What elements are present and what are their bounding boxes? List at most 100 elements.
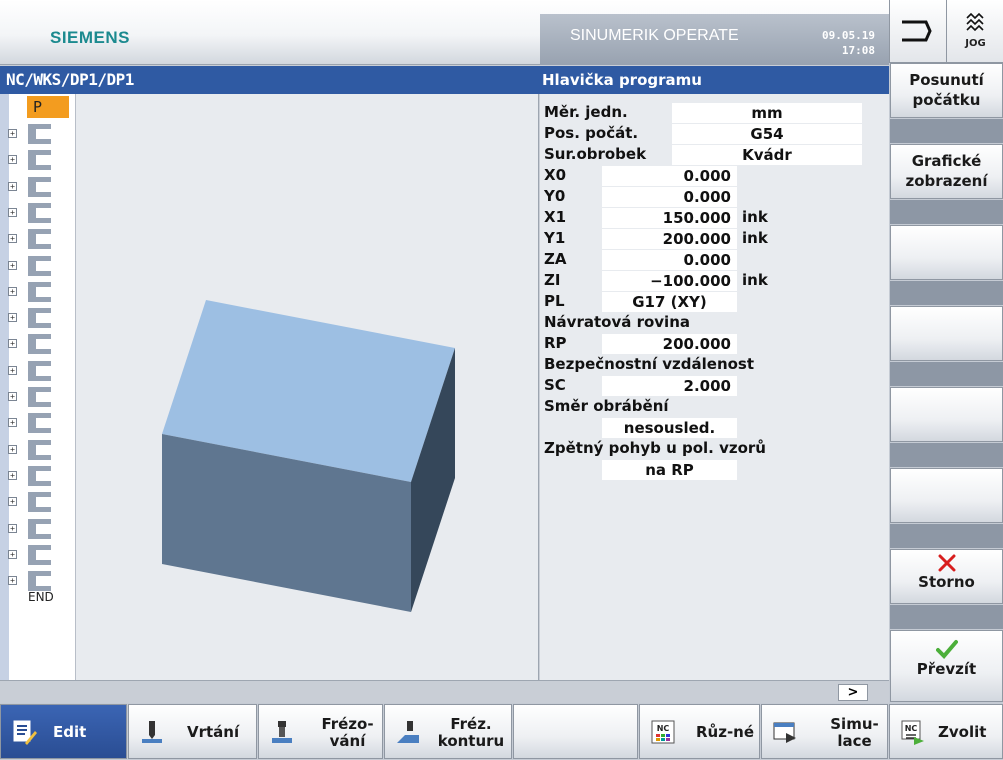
- tree-item-block[interactable]: +: [8, 227, 71, 253]
- expand-icon[interactable]: +: [8, 418, 17, 428]
- tree-item-program-header[interactable]: P: [27, 96, 69, 118]
- select-softkey[interactable]: NC Zvolit: [889, 704, 1003, 759]
- drilling-softkey[interactable]: Vrtání: [128, 704, 257, 759]
- expand-icon[interactable]: +: [8, 313, 17, 323]
- graphic-view-label: Grafické zobrazení: [905, 152, 988, 190]
- expand-icon[interactable]: +: [8, 470, 17, 480]
- tree-item-end[interactable]: END: [28, 590, 54, 604]
- tree-item-block[interactable]: +: [8, 148, 71, 174]
- tree-item-block[interactable]: +: [8, 490, 71, 516]
- y1-field[interactable]: 200.000: [602, 229, 737, 249]
- workpiece-graphic: [162, 300, 455, 612]
- zi-field[interactable]: −100.000: [602, 271, 737, 291]
- expand-icon[interactable]: +: [8, 576, 17, 586]
- tree-item-block[interactable]: +: [8, 385, 71, 411]
- tree-item-block[interactable]: +: [8, 122, 71, 148]
- softkey-spacer: [890, 281, 1003, 305]
- zi-unit[interactable]: ink: [742, 271, 768, 289]
- contour-mill-icon: [397, 721, 419, 743]
- work-offset-softkey[interactable]: Posunutí počátku: [890, 63, 1003, 118]
- graphic-view-softkey[interactable]: Grafické zobrazení: [890, 144, 1003, 199]
- svg-text:NC: NC: [905, 724, 918, 733]
- block-bracket-icon: [28, 465, 51, 486]
- empty-softkey-5[interactable]: [890, 387, 1003, 442]
- za-label: ZA: [544, 250, 567, 268]
- unit-field[interactable]: mm: [672, 103, 862, 123]
- header-bar: SIEMENS SINUMERIK OPERATE 09.05.19 17:08: [0, 0, 889, 65]
- block-bracket-icon: [28, 571, 51, 592]
- retract-position-field[interactable]: na RP: [602, 460, 737, 480]
- tree-item-block[interactable]: +: [8, 175, 71, 201]
- expand-icon[interactable]: +: [8, 207, 17, 217]
- cancel-icon: [938, 554, 955, 572]
- expand-icon[interactable]: +: [8, 549, 17, 559]
- tree-item-block[interactable]: +: [8, 359, 71, 385]
- blank-field[interactable]: Kvádr: [672, 145, 862, 165]
- graphic-view: [76, 94, 539, 680]
- path-bar: NC/WKS/DP1/DP1 Hlavička programu: [0, 66, 889, 94]
- expand-icon[interactable]: +: [8, 286, 17, 296]
- title-panel: SINUMERIK OPERATE 09.05.19 17:08: [540, 14, 889, 65]
- expand-icon[interactable]: +: [8, 392, 17, 401]
- expand-icon[interactable]: +: [8, 497, 17, 507]
- y1-unit[interactable]: ink: [742, 229, 768, 247]
- expand-icon[interactable]: +: [8, 365, 17, 375]
- expand-icon[interactable]: +: [8, 234, 17, 244]
- y0-label: Y0: [544, 187, 566, 205]
- scroll-right-button[interactable]: >: [838, 684, 868, 701]
- block-bracket-icon: [28, 255, 51, 276]
- contour-milling-softkey[interactable]: Fréz. konturu: [384, 704, 512, 759]
- x0-label: X0: [544, 166, 567, 184]
- milling-softkey[interactable]: Frézo-vání: [258, 704, 383, 759]
- expand-icon[interactable]: +: [8, 260, 17, 270]
- origin-field[interactable]: G54: [672, 124, 862, 144]
- tree-item-block[interactable]: +: [8, 332, 71, 358]
- softkey-spacer: [890, 362, 1003, 386]
- tree-item-block[interactable]: +: [8, 464, 71, 490]
- tree-item-block[interactable]: +: [8, 280, 71, 306]
- tree-item-block[interactable]: +: [8, 306, 71, 332]
- empty-softkey-6[interactable]: [890, 468, 1003, 523]
- edit-softkey[interactable]: Edit: [0, 704, 127, 759]
- jog-mode-button[interactable]: JOG: [946, 0, 1003, 63]
- tree-item-block[interactable]: +: [8, 411, 71, 437]
- program-header-form: Měr. jedn. mm Pos. počát. G54 Sur.obrobe…: [540, 94, 889, 680]
- softkey-spacer: [890, 524, 1003, 548]
- tree-item-block[interactable]: +: [8, 438, 71, 464]
- empty-softkey-3[interactable]: [890, 225, 1003, 280]
- mode-switch-button[interactable]: [889, 0, 946, 63]
- x0-field[interactable]: 0.000: [602, 166, 737, 186]
- nc-select-icon: NC: [901, 720, 924, 745]
- block-bracket-icon: [28, 544, 51, 565]
- tree-item-block[interactable]: +: [8, 254, 71, 280]
- expand-icon[interactable]: +: [8, 181, 17, 191]
- pl-label: PL: [544, 292, 565, 310]
- cancel-softkey[interactable]: Storno: [890, 549, 1003, 604]
- tree-item-block[interactable]: +: [8, 543, 71, 569]
- tree-item-block[interactable]: +: [8, 201, 71, 227]
- simulation-softkey[interactable]: Simu-lace: [761, 704, 888, 759]
- app-title: SINUMERIK OPERATE: [570, 27, 739, 44]
- machining-direction-label: Směr obrábění: [544, 397, 669, 415]
- accept-label: Převzít: [916, 660, 977, 678]
- expand-icon[interactable]: +: [8, 339, 17, 349]
- za-field[interactable]: 0.000: [602, 250, 737, 270]
- time-label: 17:08: [841, 44, 875, 57]
- sc-field[interactable]: 2.000: [602, 376, 737, 396]
- y0-field[interactable]: 0.000: [602, 187, 737, 207]
- rp-field[interactable]: 200.000: [602, 334, 737, 354]
- expand-icon[interactable]: +: [8, 155, 17, 165]
- tree-item-block[interactable]: +: [8, 517, 71, 543]
- block-bracket-icon: [28, 176, 51, 197]
- x1-field[interactable]: 150.000: [602, 208, 737, 228]
- expand-icon[interactable]: +: [8, 444, 17, 454]
- empty-softkey-4[interactable]: [890, 306, 1003, 361]
- pl-field[interactable]: G17 (XY): [602, 292, 737, 312]
- accept-softkey[interactable]: Převzít: [890, 630, 1003, 702]
- expand-icon[interactable]: +: [8, 523, 17, 533]
- misc-softkey[interactable]: NC Růz-né: [639, 704, 760, 759]
- x1-unit[interactable]: ink: [742, 208, 768, 226]
- machining-direction-field[interactable]: nesousled.: [602, 418, 737, 438]
- expand-icon[interactable]: +: [8, 129, 17, 138]
- empty-bottom-softkey[interactable]: [513, 704, 638, 759]
